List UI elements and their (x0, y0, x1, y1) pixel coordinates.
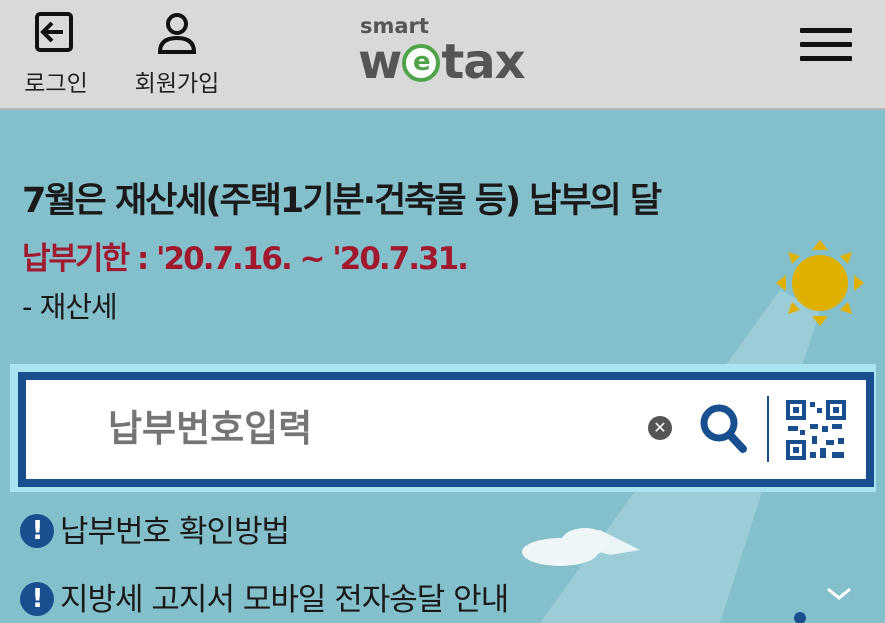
clear-icon[interactable]: ✕ (648, 416, 672, 440)
signup-button[interactable]: 회원가입 (124, 10, 230, 98)
chevron-down-icon[interactable] (826, 586, 852, 602)
link-mobile-delivery-info[interactable]: ! 지방세 고지서 모바일 전자송달 안내 (20, 574, 509, 619)
wetax-logo[interactable]: smart w e tax (358, 14, 538, 90)
qr-code-icon[interactable] (784, 398, 848, 462)
divider (767, 396, 769, 462)
person-icon (157, 13, 197, 54)
sun-icon (776, 240, 864, 326)
hamburger-menu-icon[interactable] (800, 28, 852, 68)
tax-type: - 재산세 (22, 290, 118, 324)
logo-e: e (402, 44, 441, 82)
exclamation-icon: ! (20, 581, 54, 616)
signup-label: 회원가입 (134, 71, 220, 97)
link-label: 납부번호 확인방법 (60, 514, 290, 550)
link-payment-number-help[interactable]: ! 납부번호 확인방법 (20, 506, 290, 551)
logo-main-text: w e tax (358, 34, 526, 90)
notice-headline: 7월은 재산세(주택1기분·건축물 등) 납부의 달 (22, 181, 662, 221)
search-icon[interactable] (698, 402, 748, 454)
logo-w: w (358, 34, 402, 90)
logo-rest: tax (441, 34, 525, 90)
exclamation-icon: ! (20, 513, 54, 548)
payment-deadline: 납부기한 : '20.7.16. ~ '20.7.31. (22, 241, 469, 277)
search-box: ✕ (18, 372, 874, 487)
link-label: 지방세 고지서 모바일 전자송달 안내 (60, 582, 509, 618)
login-label: 로그인 (24, 71, 88, 97)
login-button[interactable]: 로그인 (14, 10, 98, 98)
app-header: 로그인 회원가입 smart w e tax (0, 0, 885, 110)
payment-number-input[interactable] (108, 400, 628, 456)
main-content: 7월은 재산세(주택1기분·건축물 등) 납부의 달 납부기한 : '20.7.… (0, 110, 885, 623)
login-icon (35, 12, 73, 52)
